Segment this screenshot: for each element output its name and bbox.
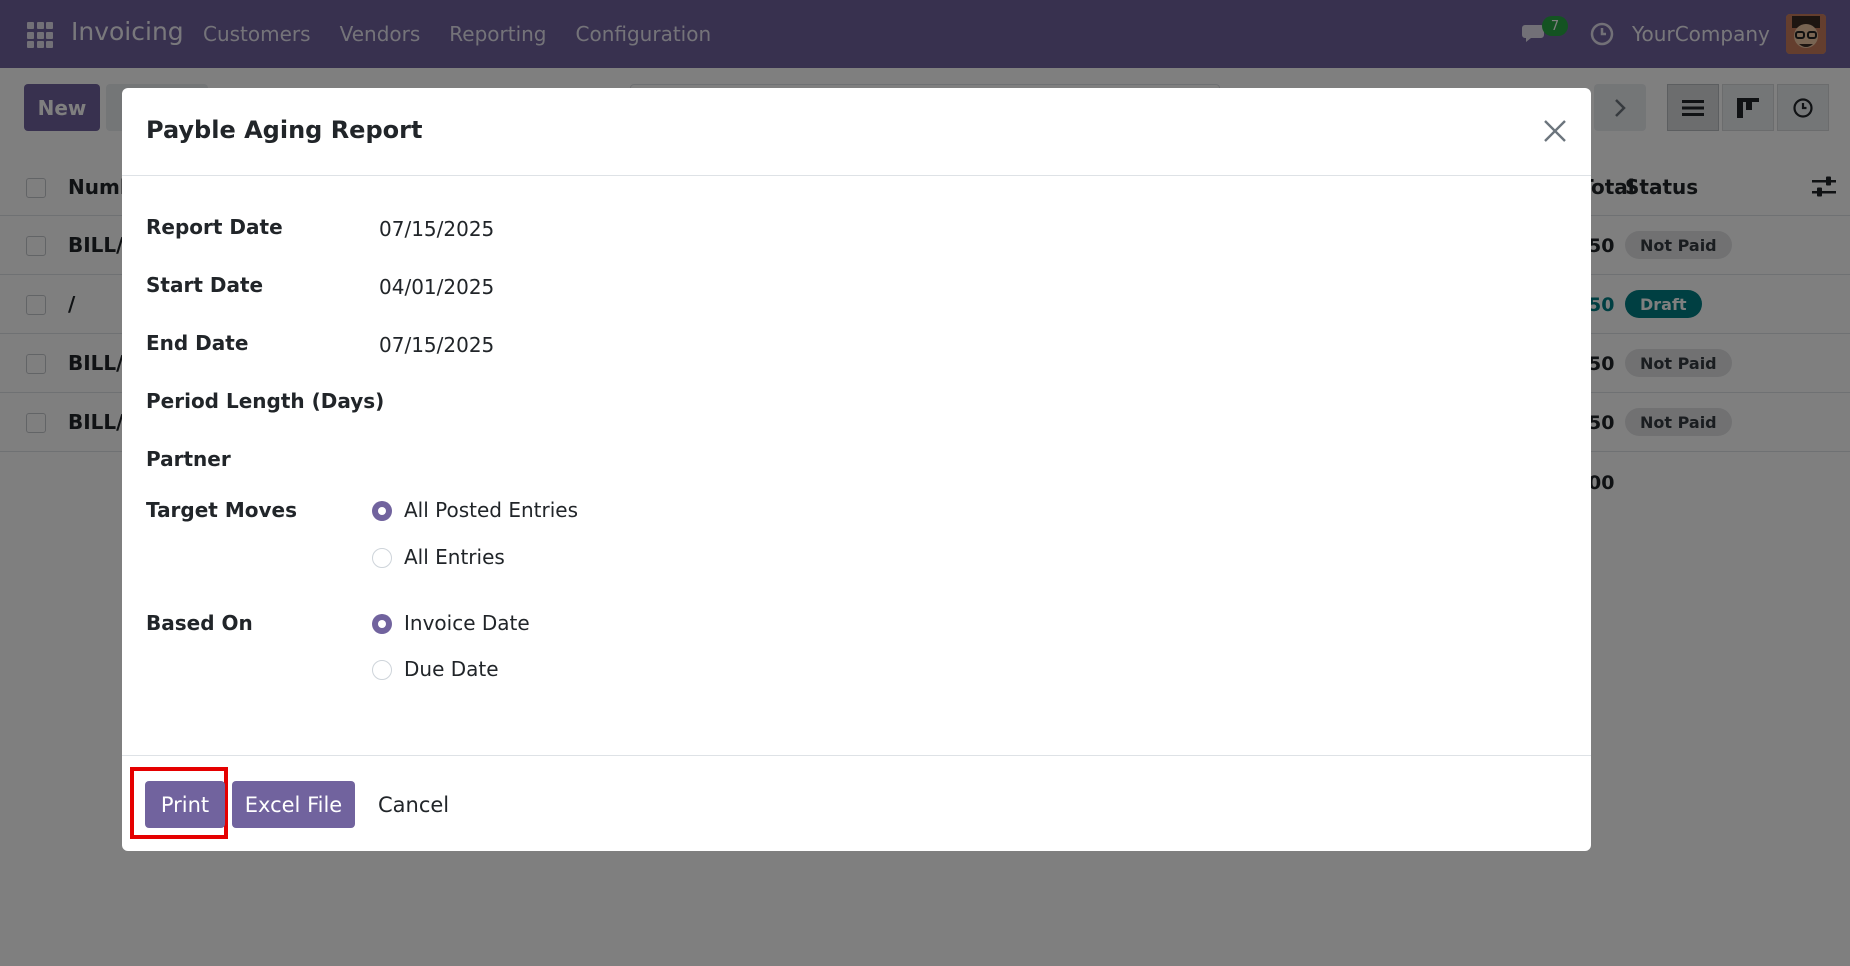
partner-label: Partner [146,447,231,471]
report-date-field[interactable]: 07/15/2025 [379,217,494,241]
payable-aging-dialog: Payble Aging Report Report Date 07/15/20… [122,88,1591,851]
end-date-field[interactable]: 07/15/2025 [379,333,494,357]
dialog-footer: Print Excel File Cancel [122,755,1591,852]
period-length-label: Period Length (Days) [146,389,385,413]
dialog-header: Payble Aging Report [122,88,1591,176]
cancel-button[interactable]: Cancel [378,781,449,828]
based-on-label: Based On [146,611,253,635]
partner-input[interactable] [379,447,979,473]
target-moves-all-entries-label[interactable]: All Entries [404,545,505,569]
start-date-field[interactable]: 04/01/2025 [379,275,494,299]
start-date-label: Start Date [146,273,264,297]
close-icon[interactable] [1542,118,1568,144]
based-on-due-date-label[interactable]: Due Date [404,657,499,681]
based-on-invoice-date-radio[interactable] [372,614,392,634]
target-moves-all-posted-radio[interactable] [372,501,392,521]
based-on-invoice-date-label[interactable]: Invoice Date [404,611,530,635]
target-moves-all-posted-label[interactable]: All Posted Entries [404,498,578,522]
excel-file-button[interactable]: Excel File [232,781,355,828]
report-date-label: Report Date [146,215,283,239]
based-on-due-date-radio[interactable] [372,660,392,680]
dialog-title: Payble Aging Report [146,116,423,144]
period-length-input[interactable] [379,389,979,415]
target-moves-all-entries-radio[interactable] [372,548,392,568]
print-button[interactable]: Print [145,781,225,828]
target-moves-label: Target Moves [146,498,297,522]
end-date-label: End Date [146,331,249,355]
